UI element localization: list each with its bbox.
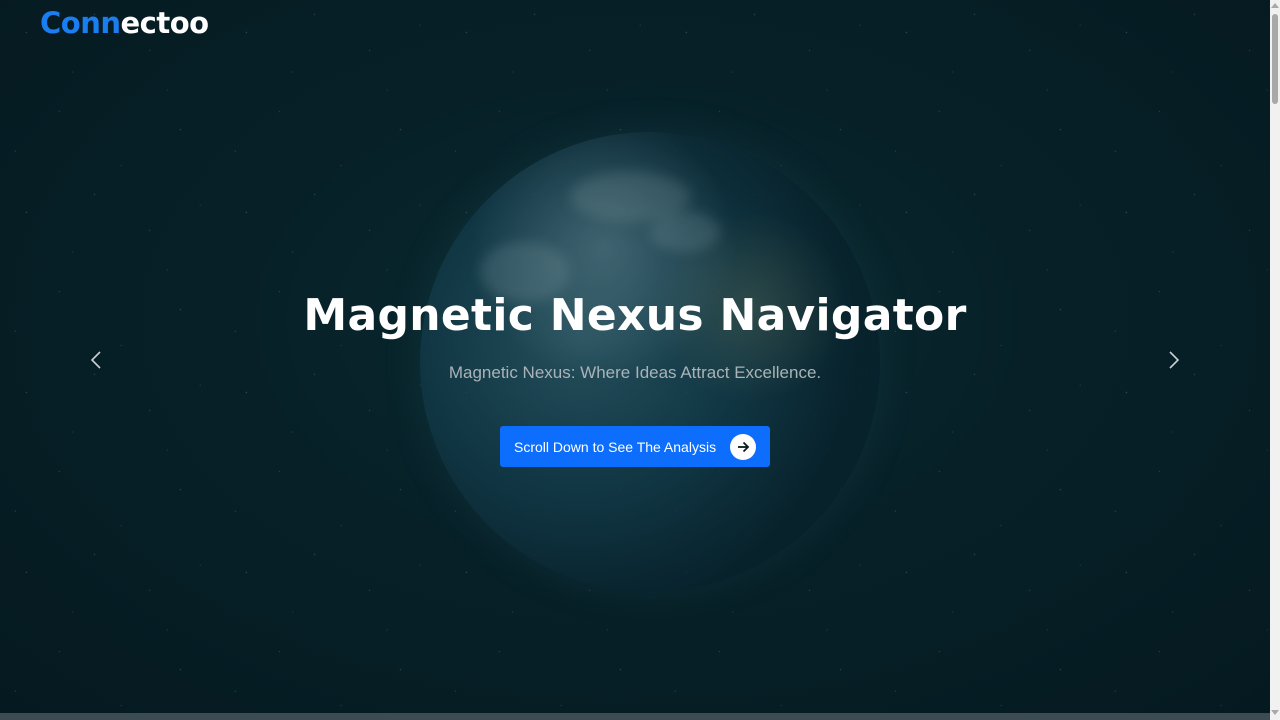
next-section-edge — [0, 713, 1270, 720]
site-logo[interactable]: Connectoo — [40, 6, 209, 40]
scroll-down-button-label: Scroll Down to See The Analysis — [514, 438, 717, 455]
logo-text: ectoo — [120, 6, 210, 40]
hero-section: Connectoo Magnetic Nexus Navigator Magne… — [0, 0, 1270, 713]
chevron-right-icon — [1169, 351, 1180, 369]
scroll-down-arrow-icon[interactable] — [1271, 710, 1279, 715]
scrollbar-thumb[interactable] — [1272, 14, 1278, 104]
hero-subtitle: Magnetic Nexus: Where Ideas Attract Exce… — [448, 363, 822, 382]
logo-accent-text: Conn — [40, 6, 121, 40]
scroll-up-arrow-icon[interactable] — [1271, 3, 1279, 8]
arrow-right-icon — [730, 433, 756, 460]
carousel-next-button[interactable] — [1162, 348, 1186, 372]
page-scrollbar[interactable] — [1270, 0, 1280, 720]
hero-title: Magnetic Nexus Navigator — [303, 290, 967, 341]
earth-globe-image — [420, 132, 880, 592]
scroll-down-button[interactable]: Scroll Down to See The Analysis — [500, 426, 770, 467]
